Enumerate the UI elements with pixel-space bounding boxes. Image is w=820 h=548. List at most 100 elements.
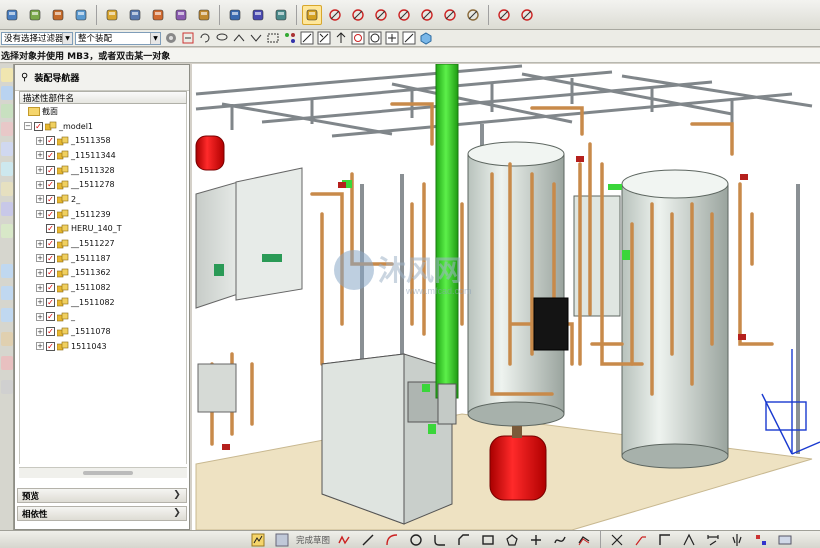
cube-icon[interactable]	[418, 31, 433, 46]
preview-panel-bar[interactable]: 预览 ❯	[17, 488, 187, 503]
offset-icon[interactable]	[494, 5, 514, 25]
rectangle-icon[interactable]	[478, 530, 498, 548]
visibility-checkbox[interactable]: ✓	[46, 165, 55, 175]
pen-icon[interactable]	[248, 5, 268, 25]
cross-tool-icon[interactable]	[316, 31, 331, 46]
undo-icon[interactable]	[197, 31, 212, 46]
layers-icon[interactable]	[25, 5, 45, 25]
tree-row[interactable]: + ✓ 1511043	[20, 339, 186, 354]
expand-icon[interactable]: +	[36, 283, 44, 292]
profile-icon[interactable]	[334, 530, 354, 548]
chamfer-icon[interactable]	[454, 530, 474, 548]
expand-icon[interactable]: +	[36, 166, 44, 175]
fillet-icon[interactable]	[430, 530, 450, 548]
view-icon[interactable]	[775, 530, 795, 548]
spline-icon[interactable]	[417, 5, 437, 25]
trim-icon[interactable]	[440, 5, 460, 25]
tree-row[interactable]: + ✓ _1511082	[20, 280, 186, 295]
tree-row[interactable]: − ✓ _model1	[20, 119, 186, 134]
circle-icon[interactable]	[517, 5, 537, 25]
clock-icon[interactable]	[1, 264, 13, 278]
wrench-icon[interactable]	[1, 332, 13, 346]
chevron-down-icon[interactable]: ❯	[171, 508, 183, 519]
circle-tool-icon[interactable]	[367, 31, 382, 46]
assembly-icon[interactable]	[2, 5, 22, 25]
assembly-navigator-tab-icon[interactable]	[1, 68, 13, 82]
roles-tab-icon[interactable]	[1, 224, 13, 238]
pattern-icon[interactable]	[751, 530, 771, 548]
visibility-checkbox[interactable]: ✓	[46, 297, 55, 307]
visibility-checkbox[interactable]: ✓	[46, 283, 55, 293]
spline-icon[interactable]	[550, 530, 570, 548]
tree-row[interactable]: + ✓ __1511082	[20, 295, 186, 310]
finish-sketch-icon[interactable]	[248, 530, 268, 548]
visibility-checkbox[interactable]: ✓	[46, 239, 55, 249]
camera-icon[interactable]	[194, 5, 214, 25]
graphics-viewport[interactable]: 沐风网 www.mfcad.com	[192, 64, 820, 530]
visibility-checkbox[interactable]: ✓	[46, 180, 55, 190]
offset-curve-icon[interactable]	[574, 530, 594, 548]
grid-snap-icon[interactable]	[463, 5, 483, 25]
clock-icon[interactable]	[1, 308, 13, 322]
visibility-checkbox[interactable]: ✓	[46, 209, 55, 219]
mirror-icon[interactable]	[727, 530, 747, 548]
stack-icon[interactable]	[225, 5, 245, 25]
visibility-checkbox[interactable]: ✓	[46, 136, 55, 146]
pin-icon[interactable]: ⚲	[21, 72, 28, 83]
visibility-checkbox[interactable]: ✓	[46, 194, 55, 204]
tree-row[interactable]: ✓ HERU_140_T	[20, 222, 186, 237]
visibility-checkbox[interactable]: ✓	[46, 224, 55, 234]
chevron-down-icon[interactable]: ▼	[150, 32, 160, 44]
people-icon[interactable]	[1, 356, 13, 370]
line-icon[interactable]	[358, 530, 378, 548]
constraint-navigator-tab-icon[interactable]	[1, 86, 13, 100]
wrench-icon[interactable]	[148, 5, 168, 25]
circle-center-icon[interactable]	[350, 31, 365, 46]
tree-row[interactable]: + ✓ _1511239	[20, 207, 186, 222]
expand-icon[interactable]: +	[36, 298, 44, 307]
corner-icon[interactable]	[655, 530, 675, 548]
tree-row[interactable]: + ✓ _1511078	[20, 324, 186, 339]
visibility-checkbox[interactable]: ✓	[46, 327, 55, 337]
tree-row[interactable]: 截面	[20, 104, 186, 119]
tree-row[interactable]: + ✓ _1511358	[20, 133, 186, 148]
diagonal-icon[interactable]	[401, 31, 416, 46]
history-tab-icon[interactable]	[1, 162, 13, 176]
chevron-down-icon[interactable]: ▼	[62, 32, 72, 44]
grid-icon[interactable]	[71, 5, 91, 25]
arrow-icon[interactable]	[248, 31, 263, 46]
tree-row[interactable]: + ✓ __1511278	[20, 177, 186, 192]
table-icon[interactable]	[48, 5, 68, 25]
visibility-checkbox[interactable]: ✓	[34, 121, 43, 131]
system-materials-tab-icon[interactable]	[1, 182, 13, 196]
visibility-checkbox[interactable]: ✓	[46, 253, 55, 263]
type-filter-select[interactable]: 没有选择过滤器 ▼	[1, 31, 73, 45]
sketch-icon[interactable]	[272, 530, 292, 548]
expand-icon[interactable]: +	[36, 151, 44, 160]
expand-icon[interactable]: +	[36, 312, 44, 321]
tree-row[interactable]: + ✓ __1511227	[20, 236, 186, 251]
shapes-icon[interactable]	[171, 5, 191, 25]
dependency-panel-bar[interactable]: 相依性 ❯	[17, 506, 187, 521]
expand-icon[interactable]: +	[36, 195, 44, 204]
expand-icon[interactable]: +	[36, 268, 44, 277]
folder-icon[interactable]	[102, 5, 122, 25]
expand-icon[interactable]: +	[36, 342, 44, 351]
polygon-icon[interactable]	[502, 530, 522, 548]
extend-icon[interactable]	[631, 530, 651, 548]
point-icon[interactable]	[526, 530, 546, 548]
chevron-down-icon[interactable]: ❯	[171, 490, 183, 501]
tree-row[interactable]: + ✓ 2_	[20, 192, 186, 207]
tree-row[interactable]: + ✓ _1511187	[20, 251, 186, 266]
expand-icon[interactable]: +	[36, 180, 44, 189]
settings-icon[interactable]	[1, 380, 13, 394]
constraint-icon[interactable]	[679, 530, 699, 548]
reuse-library-tab-icon[interactable]	[1, 122, 13, 136]
cross-icon[interactable]	[371, 5, 391, 25]
arc-icon[interactable]	[382, 530, 402, 548]
snap-point-icon[interactable]	[282, 31, 297, 46]
plus-icon[interactable]	[384, 31, 399, 46]
circle-icon[interactable]	[406, 530, 426, 548]
horizontal-scrollbar[interactable]	[19, 467, 187, 478]
clock-icon[interactable]	[1, 286, 13, 300]
